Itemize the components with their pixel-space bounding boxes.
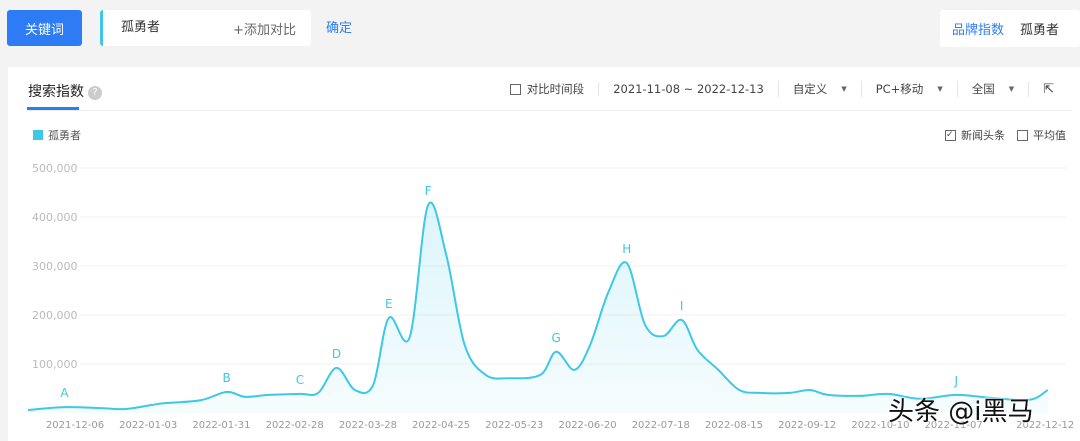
- watermark: 头条 @i黑马: [888, 397, 1034, 427]
- y-tick-label: 100,000: [32, 358, 78, 371]
- annotation-g: G: [552, 331, 561, 345]
- x-tick-label: 2022-01-31: [192, 420, 250, 431]
- x-tick-label: 2022-05-23: [485, 420, 543, 431]
- annotation-d: D: [332, 347, 341, 361]
- x-tick-label: 2022-01-03: [119, 420, 177, 431]
- annotation-c: C: [296, 373, 304, 387]
- y-tick-label: 400,000: [32, 211, 78, 224]
- annotation-a: A: [60, 386, 69, 400]
- search-index-chart: 100,000 200,000 300,000 400,000 500,000 2021-…: [27, 162, 1074, 431]
- series-area: [27, 202, 1048, 413]
- x-tick-label: 2022-09-12: [778, 420, 836, 431]
- annotation-i: I: [680, 299, 684, 313]
- annotation-h: H: [622, 242, 631, 256]
- x-tick-label: 2021-12-06: [46, 420, 104, 431]
- x-tick-label: 2022-06-20: [558, 420, 616, 431]
- x-tick-label: 2022-02-28: [266, 420, 324, 431]
- y-tick-label: 500,000: [32, 162, 78, 175]
- annotation-b: B: [223, 371, 231, 385]
- x-tick-label: 2022-03-28: [339, 420, 397, 431]
- x-tick-label: 2022-07-18: [632, 420, 690, 431]
- y-tick-label: 200,000: [32, 309, 78, 322]
- annotation-j: J: [953, 374, 958, 388]
- y-tick-label: 300,000: [32, 260, 78, 273]
- annotation-f: F: [425, 184, 432, 198]
- annotation-e: E: [385, 297, 393, 311]
- x-tick-label: 2022-08-15: [705, 420, 763, 431]
- x-tick-label: 2022-04-25: [412, 420, 470, 431]
